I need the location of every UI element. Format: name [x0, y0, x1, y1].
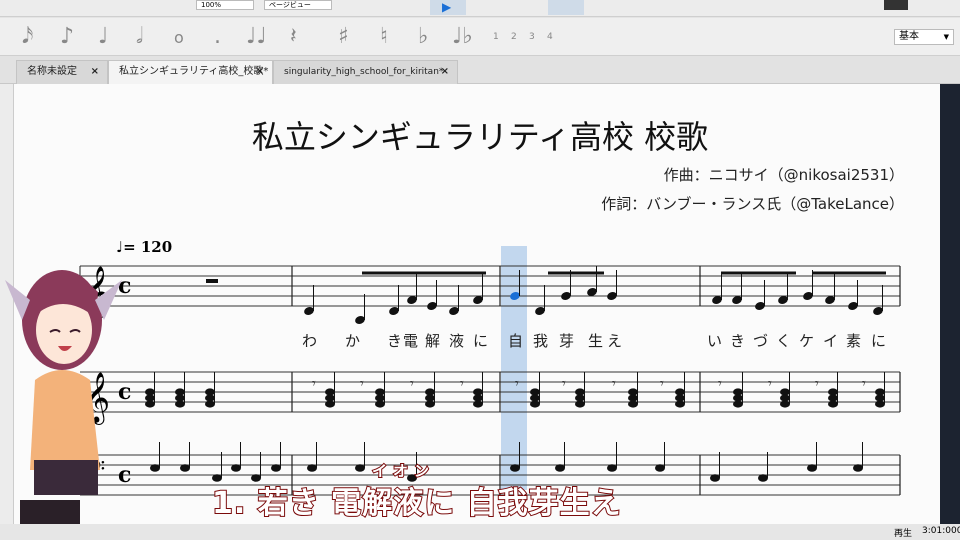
- lyric-syllable: 素: [846, 332, 862, 350]
- eighth-rest: 𝄾: [562, 376, 566, 392]
- bass-clef: 𝄢: [86, 455, 105, 490]
- treble-clef: 𝄞: [84, 266, 110, 319]
- chord-note: [780, 400, 790, 408]
- eighth-rest: 𝄾: [410, 376, 414, 392]
- eighth-rest: 𝄾: [360, 376, 364, 392]
- eighth-rest: 𝄾: [460, 376, 464, 392]
- chord-note: [628, 400, 638, 408]
- treble-clef: 𝄞: [84, 372, 110, 425]
- bass-note-head: [271, 464, 281, 472]
- eighth-rest: 𝄾: [515, 376, 519, 392]
- eighth-rest: 𝄾: [768, 376, 772, 392]
- chord-note: [530, 400, 540, 408]
- bass-note-head: [231, 464, 241, 472]
- bass-note-head: [355, 464, 365, 472]
- bass-note-head: [510, 464, 520, 472]
- eighth-rest: 𝄾: [312, 376, 316, 392]
- lyric-syllable: 解: [425, 332, 441, 350]
- lyric-syllable: イ: [823, 332, 839, 350]
- chord-note: [145, 400, 155, 408]
- lyric-syllable: 生: [588, 332, 604, 350]
- time-signature: c: [118, 379, 131, 405]
- status-time: 3:01:000: [922, 526, 960, 536]
- bass-note-head: [307, 464, 317, 472]
- chord-note: [828, 400, 838, 408]
- lyric-syllable: わ: [302, 332, 318, 350]
- whole-rest: [206, 279, 218, 283]
- playback-cursor: [501, 246, 527, 490]
- chord-note: [205, 400, 215, 408]
- bass-note-head: [150, 464, 160, 472]
- lyric-syllable: づ: [753, 332, 769, 350]
- lyric-syllable: に: [871, 332, 887, 350]
- eighth-rest: 𝄾: [815, 376, 819, 392]
- lyric-syllable: 我: [533, 332, 549, 350]
- eighth-rest: 𝄾: [862, 376, 866, 392]
- chord-note: [733, 400, 743, 408]
- lyric-syllable: か: [345, 332, 361, 350]
- chord-note: [473, 400, 483, 408]
- bass-note-head: [807, 464, 817, 472]
- lyric-syllable: ケ: [799, 332, 815, 350]
- karaoke-subtitle: 1. 若き 電解液に 自我芽生え: [211, 485, 622, 522]
- bass-note-head: [853, 464, 863, 472]
- chord-note: [875, 400, 885, 408]
- chord-note: [425, 400, 435, 408]
- status-bar: 再生 3:01:000: [0, 524, 960, 540]
- eighth-rest: 𝄾: [612, 376, 616, 392]
- lyric-syllable: え: [607, 332, 623, 350]
- time-signature: c: [118, 273, 131, 299]
- bass-note-head: [180, 464, 190, 472]
- lyric-syllable: い: [707, 332, 723, 350]
- lyric-syllable: 電: [403, 332, 419, 350]
- lyric-syllable: き: [730, 332, 746, 350]
- bass-note-head: [758, 474, 768, 482]
- eighth-rest: 𝄾: [718, 376, 722, 392]
- eighth-rest: 𝄾: [660, 376, 664, 392]
- chord-note: [575, 400, 585, 408]
- lyric-syllable: く: [776, 332, 792, 350]
- chord-note: [175, 400, 185, 408]
- bass-note-head: [555, 464, 565, 472]
- lyric-syllable: に: [473, 332, 489, 350]
- time-signature: c: [118, 462, 131, 488]
- score-notation[interactable]: c c c 𝄞 𝄞 𝄢 𝄾 𝄾 𝄾 𝄾 𝄾 𝄾 𝄾 𝄾 𝄾 𝄾 𝄾 𝄾: [0, 0, 960, 540]
- lyric-syllable: 液: [449, 332, 465, 350]
- lyric-syllable: き: [387, 332, 403, 350]
- chord-note: [325, 400, 335, 408]
- bass-note-head: [607, 464, 617, 472]
- chord-note: [375, 400, 385, 408]
- status-mode: 再生: [894, 529, 913, 539]
- bass-note-head: [710, 474, 720, 482]
- chord-note: [675, 400, 685, 408]
- bass-note-head: [655, 464, 665, 472]
- lyric-syllable: 自: [508, 332, 524, 350]
- lyric-syllable: 芽: [559, 332, 575, 350]
